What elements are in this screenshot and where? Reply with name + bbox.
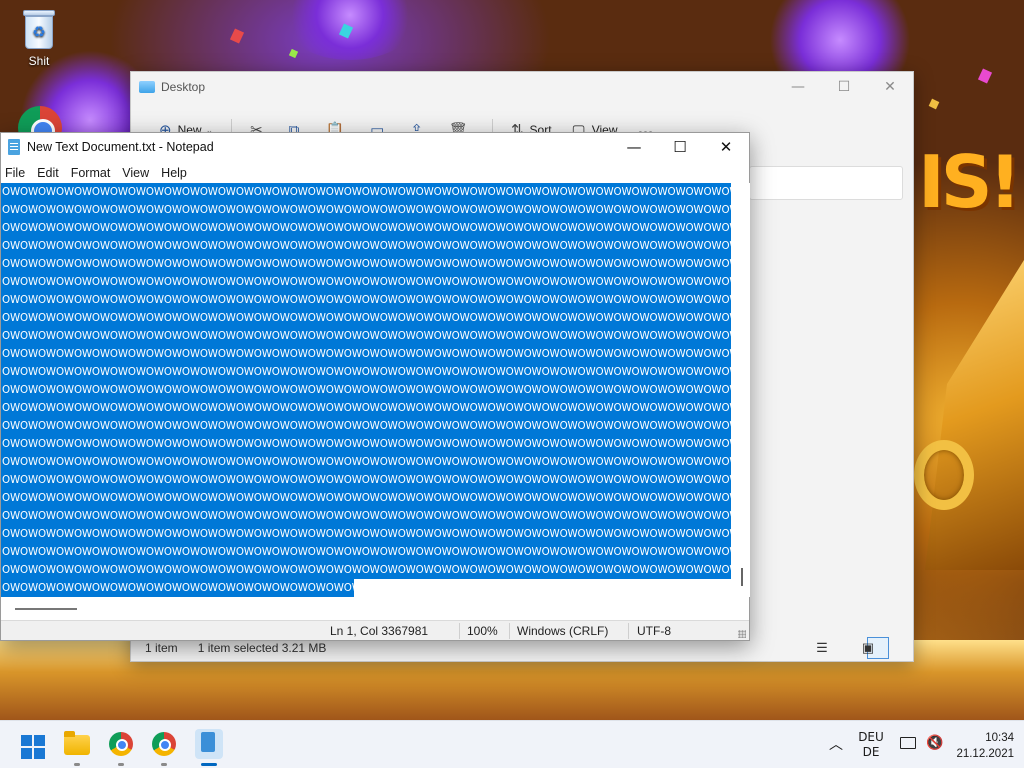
text-line: OWOWOWOWOWOWOWOWOWOWOWOWOWOWOWOWOWOWOWOW…	[1, 255, 731, 273]
confetti	[977, 68, 993, 84]
notepad-icon	[8, 139, 20, 155]
menu-format[interactable]: Format	[71, 166, 111, 180]
text-line: OWOWOWOWOWOWOWOWOWOWOWOWOWOWOWOWOWOWOWOW…	[1, 363, 731, 381]
wallpaper-gold-shape	[925, 260, 1024, 570]
chrome-icon[interactable]	[109, 732, 133, 756]
volume-muted-icon[interactable]: 🔇	[926, 735, 943, 751]
system-clock[interactable]: 10:34 21.12.2021	[950, 730, 1014, 762]
confetti	[229, 28, 245, 44]
chrome-icon[interactable]	[152, 732, 176, 756]
wallpaper-gold-ring	[914, 440, 974, 510]
zoom-level: 100%	[467, 624, 498, 638]
explorer-titlebar[interactable]: Desktop — ☐ ✕	[131, 72, 913, 102]
text-line: OWOWOWOWOWOWOWOWOWOWOWOWOWOWOWOWOWOWOWOW…	[1, 561, 731, 579]
list-icon: ☰	[816, 640, 828, 655]
status-divider	[628, 623, 629, 639]
notepad-menu-bar: File Edit Format View Help	[1, 161, 749, 185]
cursor-position: Ln 1, Col 3367981	[330, 624, 429, 638]
notepad-titlebar[interactable]: New Text Document.txt - Notepad — ☐ ✕	[1, 133, 749, 161]
text-line: OWOWOWOWOWOWOWOWOWOWOWOWOWOWOWOWOWOWOWOW…	[1, 273, 731, 291]
scroll-thumb[interactable]	[741, 568, 743, 586]
minimize-button[interactable]: —	[775, 72, 821, 102]
folder-icon	[139, 81, 155, 93]
chevron-up-icon[interactable]: ︿	[829, 734, 843, 754]
network-icon[interactable]	[900, 737, 916, 749]
text-line: OWOWOWOWOWOWOWOWOWOWOWOWOWOWOWOWOWOWOWOW…	[1, 579, 354, 597]
text-line: OWOWOWOWOWOWOWOWOWOWOWOWOWOWOWOWOWOWOWOW…	[1, 183, 731, 201]
explorer-title: Desktop	[161, 80, 206, 94]
tiles-view-button[interactable]: ▣	[862, 637, 889, 659]
menu-help[interactable]: Help	[161, 166, 187, 180]
selected-text: OWOWOWOWOWOWOWOWOWOWOWOWOWOWOWOWOWOWOWOW…	[1, 183, 734, 597]
item-count: 1 item	[145, 641, 178, 655]
encoding: UTF-8	[637, 624, 671, 638]
wallpaper-lettering: IS!	[918, 140, 1022, 224]
menu-edit[interactable]: Edit	[37, 166, 59, 180]
clock-time: 10:34	[985, 732, 1014, 744]
text-line: OWOWOWOWOWOWOWOWOWOWOWOWOWOWOWOWOWOWOWOW…	[1, 219, 731, 237]
start-icon[interactable]	[21, 735, 45, 759]
status-divider	[509, 623, 510, 639]
desktop-icon-recycle-bin[interactable]: ♻ Shit	[4, 10, 74, 68]
notepad-title: New Text Document.txt - Notepad	[27, 140, 214, 154]
close-button[interactable]: ✕	[703, 133, 749, 161]
confetti	[288, 48, 299, 59]
menu-file[interactable]: File	[5, 166, 25, 180]
text-line: OWOWOWOWOWOWOWOWOWOWOWOWOWOWOWOWOWOWOWOW…	[1, 525, 731, 543]
search-box[interactable]	[749, 166, 903, 200]
taskbar: ︿ DEU DE 🔇 10:34 21.12.2021	[0, 720, 1024, 768]
text-line: OWOWOWOWOWOWOWOWOWOWOWOWOWOWOWOWOWOWOWOW…	[1, 327, 731, 345]
running-indicator	[74, 763, 80, 766]
text-line: OWOWOWOWOWOWOWOWOWOWOWOWOWOWOWOWOWOWOWOW…	[1, 471, 731, 489]
clock-date: 21.12.2021	[956, 748, 1014, 760]
language-indicator[interactable]: DEU DE	[858, 730, 884, 760]
confetti	[928, 98, 940, 110]
text-line: OWOWOWOWOWOWOWOWOWOWOWOWOWOWOWOWOWOWOWOW…	[1, 399, 731, 417]
text-line: OWOWOWOWOWOWOWOWOWOWOWOWOWOWOWOWOWOWOWOW…	[1, 489, 731, 507]
resize-grip[interactable]	[738, 630, 746, 638]
menu-view[interactable]: View	[122, 166, 149, 180]
running-indicator	[118, 763, 124, 766]
minimize-button[interactable]: —	[611, 133, 657, 161]
notepad-icon[interactable]	[195, 729, 223, 759]
horizontal-scrollbar[interactable]	[1, 597, 734, 617]
details-view-button[interactable]: ☰	[816, 637, 843, 659]
maximize-button[interactable]: ☐	[657, 133, 703, 161]
text-line: OWOWOWOWOWOWOWOWOWOWOWOWOWOWOWOWOWOWOWOW…	[1, 543, 731, 561]
text-line: OWOWOWOWOWOWOWOWOWOWOWOWOWOWOWOWOWOWOWOW…	[1, 453, 731, 471]
desktop-icon-label: Shit	[28, 54, 50, 68]
notepad-window: New Text Document.txt - Notepad — ☐ ✕ Fi…	[0, 132, 750, 641]
line-ending: Windows (CRLF)	[517, 624, 609, 638]
text-line: OWOWOWOWOWOWOWOWOWOWOWOWOWOWOWOWOWOWOWOW…	[1, 237, 731, 255]
file-explorer-icon[interactable]	[64, 731, 90, 755]
maximize-button[interactable]: ☐	[821, 72, 867, 102]
recycle-bin-icon: ♻	[22, 10, 56, 50]
text-line: OWOWOWOWOWOWOWOWOWOWOWOWOWOWOWOWOWOWOWOW…	[1, 291, 731, 309]
status-divider	[459, 623, 460, 639]
text-line: OWOWOWOWOWOWOWOWOWOWOWOWOWOWOWOWOWOWOWOW…	[1, 507, 731, 525]
active-indicator	[201, 763, 217, 766]
tiles-icon: ▣	[861, 640, 875, 655]
text-line: OWOWOWOWOWOWOWOWOWOWOWOWOWOWOWOWOWOWOWOW…	[1, 417, 731, 435]
language-code: DEU	[858, 730, 884, 744]
running-indicator	[161, 763, 167, 766]
text-line: OWOWOWOWOWOWOWOWOWOWOWOWOWOWOWOWOWOWOWOW…	[1, 435, 731, 453]
vertical-scrollbar[interactable]	[736, 183, 750, 597]
text-line: OWOWOWOWOWOWOWOWOWOWOWOWOWOWOWOWOWOWOWOW…	[1, 345, 731, 363]
keyboard-layout: DE	[862, 745, 880, 759]
text-line: OWOWOWOWOWOWOWOWOWOWOWOWOWOWOWOWOWOWOWOW…	[1, 309, 731, 327]
scroll-thumb[interactable]	[15, 608, 77, 610]
text-line: OWOWOWOWOWOWOWOWOWOWOWOWOWOWOWOWOWOWOWOW…	[1, 201, 731, 219]
selection-info: 1 item selected 3.21 MB	[197, 641, 327, 655]
text-line: OWOWOWOWOWOWOWOWOWOWOWOWOWOWOWOWOWOWOWOW…	[1, 381, 731, 399]
text-editor-area[interactable]: OWOWOWOWOWOWOWOWOWOWOWOWOWOWOWOWOWOWOWOW…	[1, 183, 734, 597]
close-button[interactable]: ✕	[867, 72, 913, 102]
notepad-status-bar: Ln 1, Col 3367981 100% Windows (CRLF) UT…	[1, 620, 749, 640]
